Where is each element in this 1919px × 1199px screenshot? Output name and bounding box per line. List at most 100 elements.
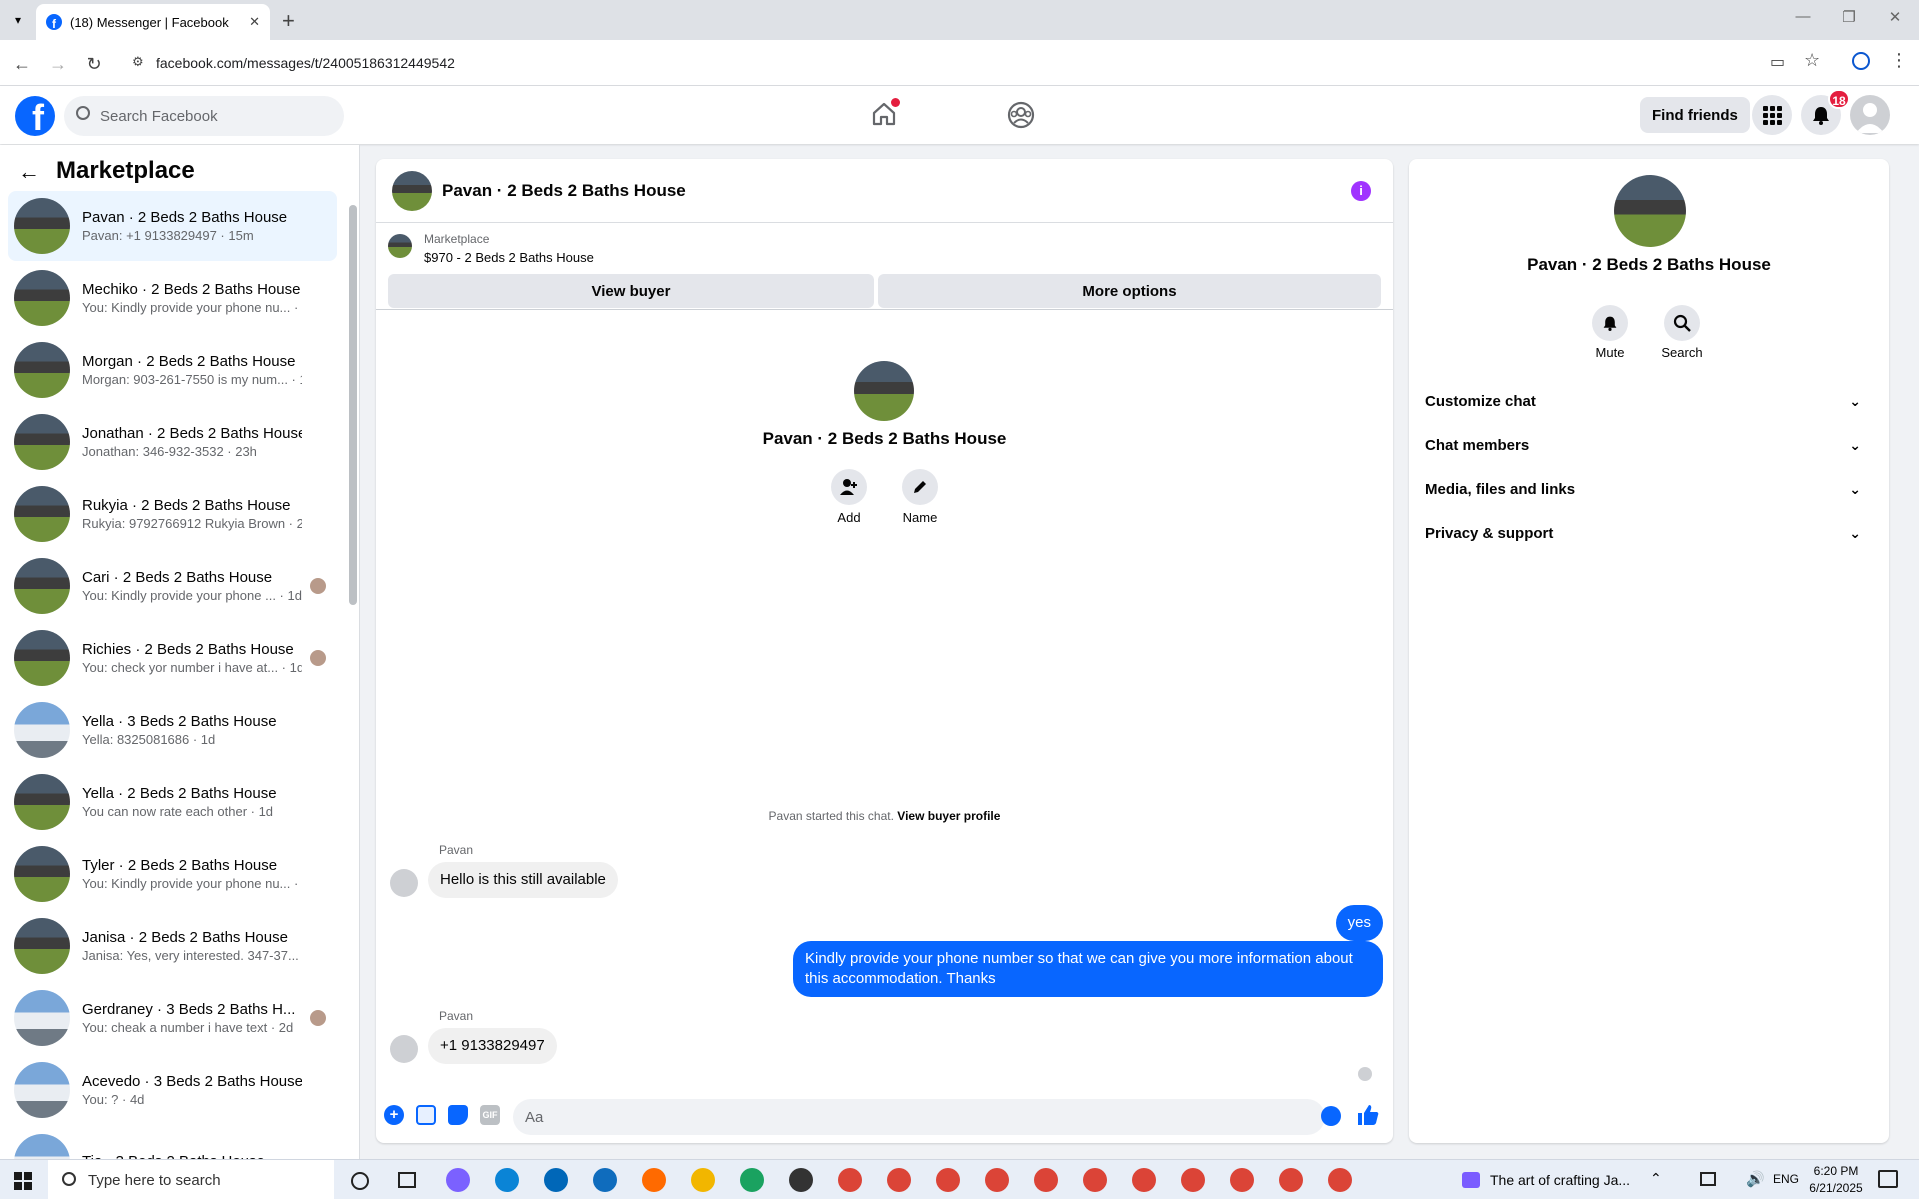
chrome-icon[interactable] — [740, 1168, 764, 1192]
conversation-item[interactable]: Rukyia · 2 Beds 2 Baths House Rukyia: 979… — [8, 479, 337, 549]
groups-icon[interactable] — [1006, 100, 1036, 130]
conversation-item[interactable]: Cari · 2 Beds 2 Baths House You: Kindly p… — [8, 551, 337, 621]
close-tab-icon[interactable]: ✕ — [249, 14, 260, 30]
sender-avatar[interactable] — [390, 869, 418, 897]
details-section[interactable]: Privacy & support ⌄ — [1425, 511, 1873, 555]
install-app-icon[interactable]: ▭ — [1770, 52, 1785, 72]
emoji-icon[interactable] — [1321, 1106, 1341, 1126]
browser-menu-icon[interactable]: ⋮ — [1890, 50, 1908, 71]
chrome-profile-icon[interactable] — [1034, 1168, 1058, 1192]
mute-button[interactable] — [1592, 305, 1628, 341]
menu-grid-icon[interactable] — [1752, 95, 1792, 135]
file-explorer-icon[interactable] — [691, 1168, 715, 1192]
conversation-item[interactable]: Yella · 2 Beds 2 Baths House You can now … — [8, 767, 337, 837]
edit-name-button[interactable] — [902, 469, 938, 505]
chrome-profile-icon[interactable] — [936, 1168, 960, 1192]
details-avatar[interactable] — [1614, 175, 1686, 247]
more-options-button[interactable]: More options — [878, 274, 1381, 308]
tray-chevron-icon[interactable]: ⌃ — [1650, 1170, 1662, 1187]
conversation-item[interactable]: Janisa · 2 Beds 2 Baths House Janisa: Yes… — [8, 911, 337, 981]
find-friends-button[interactable]: Find friends — [1640, 97, 1750, 133]
facebook-search-input[interactable]: Search Facebook — [64, 96, 344, 136]
facebook-logo-icon[interactable]: f — [15, 96, 55, 136]
address-bar[interactable]: ⚙ facebook.com/messages/t/24005186312449… — [118, 46, 1798, 80]
conversation-item[interactable]: Jonathan · 2 Beds 2 Baths House Jonathan:… — [8, 407, 337, 477]
app-icon[interactable] — [789, 1168, 813, 1192]
conversation-item[interactable]: Mechiko · 2 Beds 2 Baths House You: Kindl… — [8, 263, 337, 333]
forward-icon[interactable]: → — [46, 52, 70, 76]
gif-icon[interactable]: GIF — [480, 1105, 500, 1125]
tab-list-chevron-icon[interactable]: ▾ — [8, 10, 28, 30]
site-info-icon[interactable]: ⚙ — [132, 54, 144, 70]
media-icon[interactable] — [1462, 1172, 1480, 1188]
back-icon[interactable]: ← — [10, 52, 34, 76]
listing-title[interactable]: $970 - 2 Beds 2 Baths House — [424, 250, 594, 265]
conversation-item[interactable]: Yella · 3 Beds 2 Baths House Yella: 83250… — [8, 695, 337, 765]
outgoing-message-bubble[interactable]: yes — [1335, 905, 1383, 941]
sticker-icon[interactable] — [448, 1105, 468, 1125]
chrome-profile-icon[interactable] — [1132, 1168, 1156, 1192]
task-view-icon[interactable] — [398, 1172, 416, 1188]
new-tab-button[interactable]: + — [282, 8, 295, 34]
conversation-item[interactable]: Pavan · 2 Beds 2 Baths House Pavan: +1 91… — [8, 191, 337, 261]
minimize-icon[interactable]: — — [1780, 8, 1826, 32]
search-conversation-button[interactable] — [1664, 305, 1700, 341]
conversation-item[interactable]: Acevedo · 3 Beds 2 Baths House You: ? · 4… — [8, 1055, 337, 1125]
chat-header-avatar[interactable] — [392, 170, 432, 211]
restore-icon[interactable]: ❐ — [1826, 8, 1872, 32]
conversation-item[interactable]: Morgan · 2 Beds 2 Baths House Morgan: 903… — [8, 335, 337, 405]
cortana-icon[interactable] — [351, 1172, 369, 1190]
chat-profile-avatar[interactable] — [854, 361, 914, 421]
bookmark-star-icon[interactable]: ☆ — [1804, 50, 1820, 71]
chrome-profile-icon[interactable] — [1328, 1168, 1352, 1192]
network-icon[interactable] — [1700, 1172, 1716, 1186]
copilot-icon[interactable] — [446, 1168, 470, 1192]
account-avatar[interactable] — [1850, 95, 1890, 135]
outgoing-message-bubble[interactable]: Kindly provide your phone number so that… — [793, 941, 1383, 997]
info-icon[interactable]: i — [1351, 181, 1371, 201]
incoming-message-bubble[interactable]: Hello is this still available — [428, 862, 618, 898]
details-section[interactable]: Media, files and links ⌄ — [1425, 467, 1873, 511]
conversation-item[interactable]: Richies · 2 Beds 2 Baths House You: check… — [8, 623, 337, 693]
chrome-profile-icon[interactable] — [985, 1168, 1009, 1192]
chrome-profile-icon[interactable] — [838, 1168, 862, 1192]
conversation-list-scrollbar[interactable] — [349, 205, 357, 605]
chrome-profile-icon[interactable] — [1230, 1168, 1254, 1192]
firefox-icon[interactable] — [642, 1168, 666, 1192]
close-window-icon[interactable]: ✕ — [1872, 8, 1918, 32]
volume-icon[interactable]: 🔊 — [1746, 1170, 1765, 1188]
reload-icon[interactable]: ↻ — [82, 52, 106, 76]
photo-icon[interactable] — [416, 1105, 436, 1125]
browser-tab[interactable]: f (18) Messenger | Facebook ✕ — [36, 4, 270, 40]
chrome-profile-icon[interactable] — [1181, 1168, 1205, 1192]
thumbs-up-icon[interactable] — [1356, 1103, 1380, 1127]
incoming-message-bubble[interactable]: +1 9133829497 — [428, 1028, 557, 1064]
store-icon[interactable] — [544, 1168, 568, 1192]
media-title[interactable]: The art of crafting Ja... — [1490, 1172, 1630, 1188]
plus-circle-icon[interactable]: + — [384, 1105, 404, 1125]
clock-date[interactable]: 6/21/2025 — [1806, 1181, 1866, 1195]
add-person-button[interactable] — [831, 469, 867, 505]
details-section[interactable]: Customize chat ⌄ — [1425, 379, 1873, 423]
edge-icon[interactable] — [495, 1168, 519, 1192]
taskbar-search-input[interactable]: Type here to search — [48, 1160, 334, 1199]
outlook-icon[interactable] — [593, 1168, 617, 1192]
back-arrow-icon[interactable]: ← — [18, 159, 40, 185]
profile-icon[interactable] — [1852, 52, 1870, 70]
windows-start-icon[interactable] — [14, 1172, 32, 1190]
chrome-profile-icon[interactable] — [1083, 1168, 1107, 1192]
view-buyer-button[interactable]: View buyer — [388, 274, 874, 308]
chat-title[interactable]: Pavan · 2 Beds 2 Baths House — [442, 181, 686, 201]
view-buyer-profile-link[interactable]: View buyer profile — [897, 809, 1000, 823]
conversation-item[interactable]: Tyler · 2 Beds 2 Baths House You: Kindly … — [8, 839, 337, 909]
chrome-profile-icon[interactable] — [1279, 1168, 1303, 1192]
conversation-item[interactable]: Gerdraney · 3 Beds 2 Baths H... You: chea… — [8, 983, 337, 1053]
clock-time[interactable]: 6:20 PM — [1810, 1164, 1862, 1178]
chrome-profile-icon[interactable] — [887, 1168, 911, 1192]
details-section[interactable]: Chat members ⌄ — [1425, 423, 1873, 467]
language-indicator[interactable]: ENG — [1773, 1172, 1799, 1186]
sender-avatar[interactable] — [390, 1035, 418, 1063]
home-icon[interactable] — [870, 98, 900, 128]
message-input[interactable]: Aa — [513, 1099, 1325, 1135]
notification-center-icon[interactable] — [1878, 1170, 1898, 1188]
